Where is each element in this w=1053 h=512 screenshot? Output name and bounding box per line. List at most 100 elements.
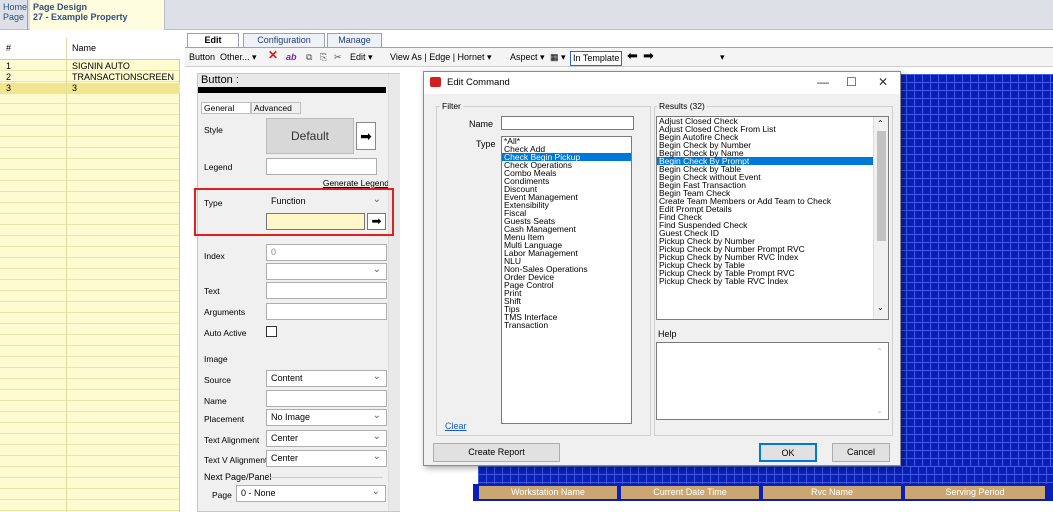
source-select[interactable]: Content [266,369,387,387]
properties-scrollbar[interactable] [388,74,400,511]
dialog-titlebar: Edit Command — ☐ ✕ [424,72,900,94]
help-box: ⌃ ⌄ [656,342,889,420]
next-page-divider [268,477,383,478]
dialog-title: Edit Command [447,77,510,88]
button-menu[interactable]: Button [189,51,215,64]
app-icon [430,77,441,87]
help-scroll-up-icon: ⌃ [876,347,883,356]
list-item[interactable]: Pickup Check by Table RVC Index [657,277,888,286]
arguments-input[interactable] [266,303,387,320]
footer-rvc-name[interactable]: Rvc Name [763,486,901,499]
aspect-menu[interactable]: Aspect ▾ [510,51,545,64]
close-button[interactable]: ✕ [878,75,888,89]
tab-configuration[interactable]: Configuration [243,33,325,47]
tab-manage[interactable]: Manage [327,33,382,47]
image-name-label: Name [204,396,227,406]
breadcrumb-page-title: Page Design [33,2,88,12]
list-item[interactable]: Page Control [502,281,631,290]
template-footer: Workstation Name Current Date Time Rvc N… [473,484,1053,501]
arrow-left-icon[interactable]: ⬅ [627,49,638,62]
name-label: Name [469,119,494,129]
next-page-label: Next Page/Panel [204,472,272,482]
paste-icon[interactable]: ⎘ [320,51,327,64]
legend-ab-icon[interactable]: ab [286,51,297,64]
in-template-toggle[interactable]: In Template [570,51,623,66]
edit-menu[interactable]: Edit ▾ [350,51,373,64]
row-num: 2 [6,72,12,82]
index-label: Index [204,251,225,261]
list-item[interactable]: Shift [502,297,631,306]
index-input[interactable]: 0 [266,244,387,261]
breadcrumb-separator [27,0,28,30]
breadcrumb-page[interactable]: Page Design 27 - Example Property [30,0,165,30]
list-item[interactable]: 1 SIGNIN AUTO [0,61,180,72]
image-name-input[interactable] [266,390,387,407]
auto-active-label: Auto Active [204,328,247,338]
footer-current-date-time[interactable]: Current Date Time [621,486,759,499]
scroll-thumb[interactable] [877,131,886,241]
list-item-selected[interactable]: 3 3 [0,83,180,94]
legend-label: Legend [204,162,233,172]
auto-active-checkbox[interactable] [266,326,277,337]
col-num-header[interactable]: # [6,43,11,53]
list-item[interactable]: Transaction [502,321,631,330]
col-name-header[interactable]: Name [72,43,96,53]
button-header-bar [198,87,386,93]
text-input[interactable] [266,282,387,299]
view-as-menu[interactable]: View As | Edge | Hornet ▾ [390,51,492,64]
cancel-button[interactable]: Cancel [832,443,890,462]
type-listbox[interactable]: *All* Check Add Check Begin Pickup Check Op… [501,136,632,424]
text-valignment-select[interactable]: Center [266,449,387,467]
create-report-button[interactable]: Create Report [433,443,560,462]
page-list-header: # Name [0,38,180,60]
footer-serving-period[interactable]: Serving Period [905,486,1045,499]
scroll-down-icon[interactable]: ⌄ [877,303,884,312]
text-alignment-select[interactable]: Center [266,429,387,447]
list-item[interactable]: Print [502,289,631,298]
type-filter-label: Type [476,139,496,149]
index-dropdown[interactable] [266,262,387,280]
canvas-grid[interactable] [898,74,1053,482]
generate-legend-link[interactable]: Generate Legend [323,178,389,188]
name-filter-input[interactable] [501,116,634,130]
row-name: 3 [72,83,78,93]
results-listbox[interactable]: Adjust Closed Check Adjust Closed Check F… [656,116,889,320]
results-label: Results (32) [657,101,707,111]
arrow-right-icon[interactable]: ➡ [643,49,654,62]
text-label: Text [204,286,220,296]
list-item[interactable]: 2 TRANSACTIONSCREEN AU... [0,72,180,93]
minimize-button[interactable]: — [817,75,829,89]
breadcrumb-home[interactable]: Home Page [3,2,27,22]
style-preview[interactable]: Default [266,118,354,154]
clear-link[interactable]: Clear [445,421,467,431]
properties-panel: General Advanced Style Default ➡ Legend … [197,73,400,512]
legend-input[interactable] [266,158,377,175]
row-num: 1 [6,61,12,71]
page-label: Page [212,490,232,500]
other-menu[interactable]: Other... ▾ [220,51,257,64]
canvas-grid-bottom[interactable] [478,466,1053,484]
tab-general[interactable]: General [201,102,251,114]
button-header: Button : [198,74,388,87]
footer-workstation-name[interactable]: Workstation Name [479,486,617,499]
copy-icon[interactable]: ⧉ [306,51,312,64]
scroll-up-icon[interactable]: ⌃ [877,119,884,128]
grid-menu[interactable]: ▦ ▾ [550,51,566,64]
delete-icon[interactable]: ✕ [268,49,278,62]
tab-advanced[interactable]: Advanced [251,102,301,114]
breadcrumb-page-sub: 27 - Example Property [33,12,128,22]
row-num: 3 [6,83,12,93]
placement-select[interactable]: No Image [266,408,387,426]
list-item[interactable]: Labor Management [502,249,631,258]
maximize-button[interactable]: ☐ [846,75,857,89]
arguments-label: Arguments [204,307,246,317]
page-select[interactable]: 0 - None [236,484,386,502]
extra-dropdown[interactable]: ▾ [720,51,725,64]
style-arrow-icon[interactable]: ➡ [356,122,376,150]
results-scrollbar[interactable]: ⌃ ⌄ [873,117,888,319]
tab-edit[interactable]: Edit [187,33,239,47]
page-list: # Name 1 SIGNIN AUTO 2 TRANSACTIONSCREEN… [0,38,180,512]
ok-button[interactable]: OK [759,443,817,462]
cut-icon[interactable]: ✂ [334,51,342,64]
edit-command-dialog: Edit Command — ☐ ✕ Filter Name Type *All… [423,71,901,466]
